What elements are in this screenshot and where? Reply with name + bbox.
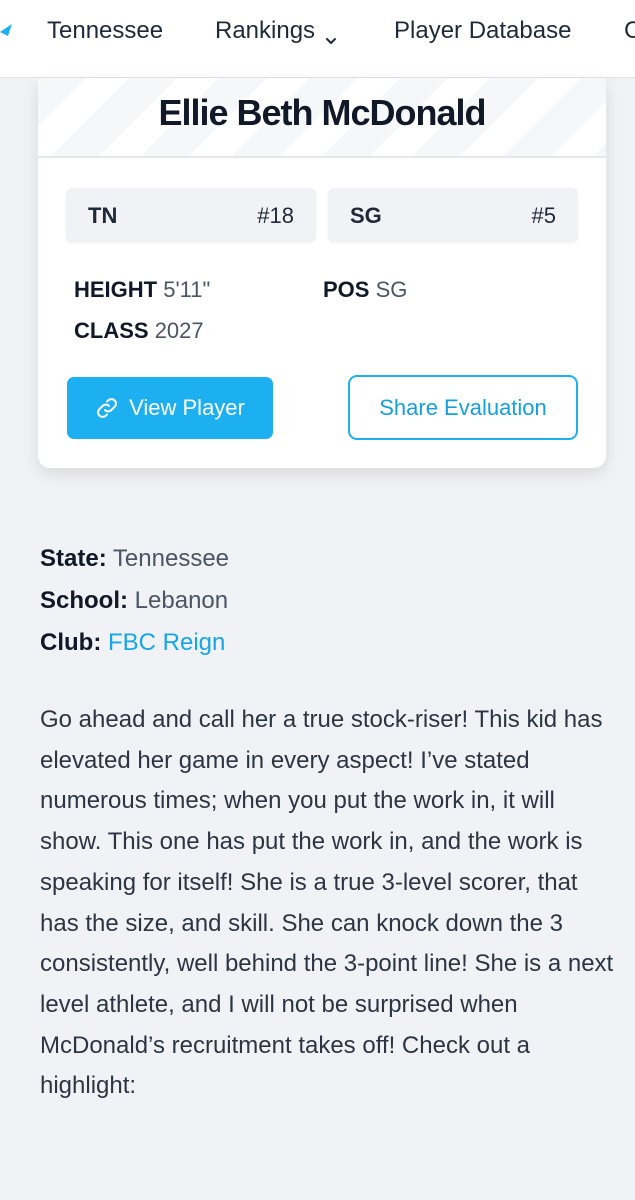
- state-rank-badge: TN #18: [66, 188, 316, 242]
- view-player-button[interactable]: View Player: [67, 377, 273, 439]
- logo-mark-icon[interactable]: [0, 14, 14, 44]
- nav-item-player-database[interactable]: Player Database: [394, 14, 571, 48]
- share-evaluation-button[interactable]: Share Evaluation: [348, 375, 578, 440]
- position-rank-value: #5: [531, 203, 556, 228]
- player-name: Ellie Beth McDonald: [158, 92, 486, 133]
- club-detail: Club: FBC Reign: [40, 629, 225, 657]
- share-evaluation-label: Share Evaluation: [379, 394, 547, 420]
- player-card-header: Ellie Beth McDonald: [38, 78, 606, 158]
- class-label: CLASS: [74, 318, 149, 343]
- view-player-label: View Player: [129, 395, 245, 420]
- pos-label: POS: [323, 277, 370, 302]
- state-rank-value: #18: [257, 203, 294, 228]
- school-detail: School: Lebanon: [40, 587, 228, 615]
- state-detail: State: Tennessee: [40, 545, 229, 573]
- school-detail-value: Lebanon: [134, 587, 229, 614]
- link-icon: [95, 396, 119, 420]
- club-detail-label: Club:: [40, 629, 102, 656]
- club-link[interactable]: FBC Reign: [108, 629, 225, 656]
- state-rank-label: TN: [88, 203, 118, 228]
- school-detail-label: School:: [40, 587, 128, 614]
- height-value: 5'11": [163, 277, 211, 302]
- state-detail-value: Tennessee: [112, 545, 230, 572]
- position-rank-badge: SG #5: [328, 188, 578, 242]
- chevron-down-icon: [325, 23, 337, 44]
- position-rank-label: SG: [350, 203, 382, 228]
- pos-value: SG: [375, 277, 408, 302]
- height-label: HEIGHT: [74, 277, 158, 302]
- class-value: 2027: [154, 318, 204, 343]
- player-card: Ellie Beth McDonald TN #18 SG #5 HEIGHT …: [38, 78, 606, 468]
- nav-item-rankings[interactable]: Rankings: [215, 14, 337, 48]
- top-navigation: Tennessee Rankings Player Database C: [0, 0, 635, 78]
- pos-attribute: POS SG: [323, 277, 407, 303]
- nav-item-truncated[interactable]: C: [624, 14, 635, 48]
- state-detail-label: State:: [40, 545, 107, 572]
- evaluation-text: Go ahead and call her a true stock-riser…: [40, 706, 614, 1100]
- height-attribute: HEIGHT 5'11": [74, 277, 210, 303]
- nav-item-rankings-label: Rankings: [215, 17, 316, 44]
- class-attribute: CLASS 2027: [74, 318, 204, 344]
- nav-item-tennessee[interactable]: Tennessee: [47, 14, 163, 48]
